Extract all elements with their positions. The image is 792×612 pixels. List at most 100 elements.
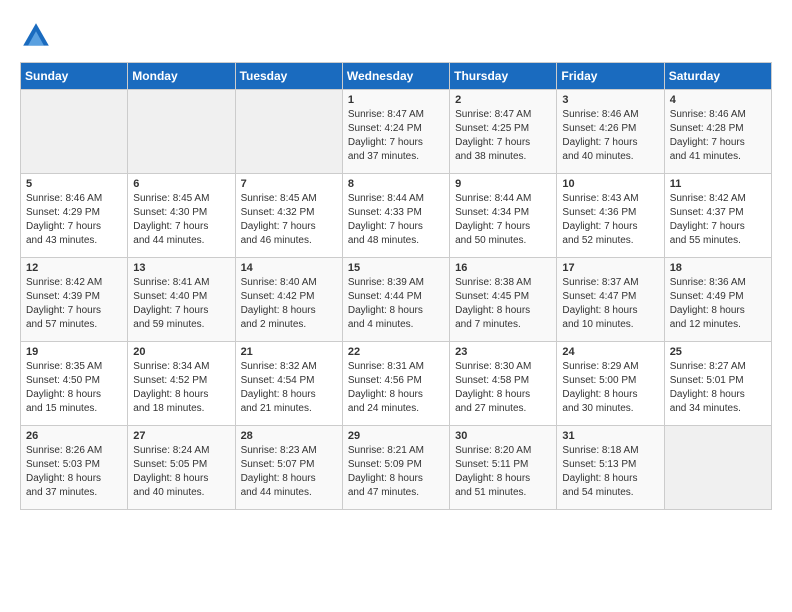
day-info: Sunrise: 8:27 AM Sunset: 5:01 PM Dayligh… — [670, 360, 766, 416]
day-info: Sunrise: 8:47 AM Sunset: 4:24 PM Dayligh… — [348, 108, 444, 164]
day-info: Sunrise: 8:46 AM Sunset: 4:26 PM Dayligh… — [562, 108, 658, 164]
day-number: 13 — [133, 262, 229, 274]
day-info: Sunrise: 8:24 AM Sunset: 5:05 PM Dayligh… — [133, 444, 229, 500]
day-number: 28 — [241, 430, 337, 442]
day-cell: 26 Sunrise: 8:26 AM Sunset: 5:03 PM Dayli… — [21, 426, 128, 510]
week-row-4: 19 Sunrise: 8:35 AM Sunset: 4:50 PM Dayli… — [21, 342, 772, 426]
day-header-thursday: Thursday — [450, 63, 557, 90]
day-number: 26 — [26, 430, 122, 442]
day-header-sunday: Sunday — [21, 63, 128, 90]
day-number: 5 — [26, 178, 122, 190]
day-header-tuesday: Tuesday — [235, 63, 342, 90]
day-cell: 19 Sunrise: 8:35 AM Sunset: 4:50 PM Dayli… — [21, 342, 128, 426]
day-number: 22 — [348, 346, 444, 358]
day-info: Sunrise: 8:42 AM Sunset: 4:37 PM Dayligh… — [670, 192, 766, 248]
day-number: 3 — [562, 94, 658, 106]
day-number: 16 — [455, 262, 551, 274]
day-number: 2 — [455, 94, 551, 106]
day-cell: 17 Sunrise: 8:37 AM Sunset: 4:47 PM Dayli… — [557, 258, 664, 342]
day-info: Sunrise: 8:45 AM Sunset: 4:32 PM Dayligh… — [241, 192, 337, 248]
day-info: Sunrise: 8:37 AM Sunset: 4:47 PM Dayligh… — [562, 276, 658, 332]
day-cell: 31 Sunrise: 8:18 AM Sunset: 5:13 PM Dayli… — [557, 426, 664, 510]
day-number: 21 — [241, 346, 337, 358]
day-number: 6 — [133, 178, 229, 190]
day-cell: 28 Sunrise: 8:23 AM Sunset: 5:07 PM Dayli… — [235, 426, 342, 510]
day-info: Sunrise: 8:46 AM Sunset: 4:28 PM Dayligh… — [670, 108, 766, 164]
day-info: Sunrise: 8:44 AM Sunset: 4:33 PM Dayligh… — [348, 192, 444, 248]
day-cell: 11Sunrise: 8:42 AM Sunset: 4:37 PM Dayli… — [664, 174, 771, 258]
day-cell: 15 Sunrise: 8:39 AM Sunset: 4:44 PM Dayli… — [342, 258, 449, 342]
day-cell: 24 Sunrise: 8:29 AM Sunset: 5:00 PM Dayli… — [557, 342, 664, 426]
day-info: Sunrise: 8:46 AM Sunset: 4:29 PM Dayligh… — [26, 192, 122, 248]
day-info: Sunrise: 8:45 AM Sunset: 4:30 PM Dayligh… — [133, 192, 229, 248]
day-cell — [235, 90, 342, 174]
day-number: 25 — [670, 346, 766, 358]
day-info: Sunrise: 8:29 AM Sunset: 5:00 PM Dayligh… — [562, 360, 658, 416]
day-number: 14 — [241, 262, 337, 274]
day-info: Sunrise: 8:30 AM Sunset: 4:58 PM Dayligh… — [455, 360, 551, 416]
logo — [20, 20, 56, 52]
day-info: Sunrise: 8:21 AM Sunset: 5:09 PM Dayligh… — [348, 444, 444, 500]
day-cell: 8 Sunrise: 8:44 AM Sunset: 4:33 PM Daylig… — [342, 174, 449, 258]
day-cell: 16Sunrise: 8:38 AM Sunset: 4:45 PM Dayli… — [450, 258, 557, 342]
day-info: Sunrise: 8:34 AM Sunset: 4:52 PM Dayligh… — [133, 360, 229, 416]
day-header-friday: Friday — [557, 63, 664, 90]
day-number: 31 — [562, 430, 658, 442]
day-header-wednesday: Wednesday — [342, 63, 449, 90]
day-cell: 27 Sunrise: 8:24 AM Sunset: 5:05 PM Dayli… — [128, 426, 235, 510]
day-number: 30 — [455, 430, 551, 442]
day-cell: 22 Sunrise: 8:31 AM Sunset: 4:56 PM Dayli… — [342, 342, 449, 426]
calendar-header: SundayMondayTuesdayWednesdayThursdayFrid… — [21, 63, 772, 90]
day-cell: 5 Sunrise: 8:46 AM Sunset: 4:29 PM Daylig… — [21, 174, 128, 258]
day-cell: 2 Sunrise: 8:47 AM Sunset: 4:25 PM Daylig… — [450, 90, 557, 174]
day-cell: 9Sunrise: 8:44 AM Sunset: 4:34 PM Daylig… — [450, 174, 557, 258]
day-cell: 18Sunrise: 8:36 AM Sunset: 4:49 PM Dayli… — [664, 258, 771, 342]
day-info: Sunrise: 8:18 AM Sunset: 5:13 PM Dayligh… — [562, 444, 658, 500]
day-number: 20 — [133, 346, 229, 358]
day-info: Sunrise: 8:47 AM Sunset: 4:25 PM Dayligh… — [455, 108, 551, 164]
day-number: 1 — [348, 94, 444, 106]
day-cell: 4 Sunrise: 8:46 AM Sunset: 4:28 PM Daylig… — [664, 90, 771, 174]
week-row-5: 26 Sunrise: 8:26 AM Sunset: 5:03 PM Dayli… — [21, 426, 772, 510]
day-number: 8 — [348, 178, 444, 190]
header-row: SundayMondayTuesdayWednesdayThursdayFrid… — [21, 63, 772, 90]
day-cell: 3 Sunrise: 8:46 AM Sunset: 4:26 PM Daylig… — [557, 90, 664, 174]
header — [20, 16, 772, 52]
day-cell: 30 Sunrise: 8:20 AM Sunset: 5:11 PM Dayli… — [450, 426, 557, 510]
day-info: Sunrise: 8:23 AM Sunset: 5:07 PM Dayligh… — [241, 444, 337, 500]
day-cell: 13Sunrise: 8:41 AM Sunset: 4:40 PM Dayli… — [128, 258, 235, 342]
day-cell: 12Sunrise: 8:42 AM Sunset: 4:39 PM Dayli… — [21, 258, 128, 342]
day-info: Sunrise: 8:31 AM Sunset: 4:56 PM Dayligh… — [348, 360, 444, 416]
day-header-saturday: Saturday — [664, 63, 771, 90]
day-number: 27 — [133, 430, 229, 442]
day-number: 10 — [562, 178, 658, 190]
day-cell: 7 Sunrise: 8:45 AM Sunset: 4:32 PM Daylig… — [235, 174, 342, 258]
day-cell — [128, 90, 235, 174]
day-number: 12 — [26, 262, 122, 274]
day-info: Sunrise: 8:35 AM Sunset: 4:50 PM Dayligh… — [26, 360, 122, 416]
day-number: 7 — [241, 178, 337, 190]
day-number: 15 — [348, 262, 444, 274]
day-cell: 6 Sunrise: 8:45 AM Sunset: 4:30 PM Daylig… — [128, 174, 235, 258]
page: SundayMondayTuesdayWednesdayThursdayFrid… — [0, 0, 792, 522]
day-info: Sunrise: 8:32 AM Sunset: 4:54 PM Dayligh… — [241, 360, 337, 416]
day-header-monday: Monday — [128, 63, 235, 90]
day-info: Sunrise: 8:20 AM Sunset: 5:11 PM Dayligh… — [455, 444, 551, 500]
day-cell: 23 Sunrise: 8:30 AM Sunset: 4:58 PM Dayli… — [450, 342, 557, 426]
day-number: 4 — [670, 94, 766, 106]
day-cell: 14Sunrise: 8:40 AM Sunset: 4:42 PM Dayli… — [235, 258, 342, 342]
day-number: 23 — [455, 346, 551, 358]
day-cell: 20 Sunrise: 8:34 AM Sunset: 4:52 PM Dayli… — [128, 342, 235, 426]
day-info: Sunrise: 8:26 AM Sunset: 5:03 PM Dayligh… — [26, 444, 122, 500]
day-cell: 25 Sunrise: 8:27 AM Sunset: 5:01 PM Dayli… — [664, 342, 771, 426]
week-row-3: 12Sunrise: 8:42 AM Sunset: 4:39 PM Dayli… — [21, 258, 772, 342]
logo-icon — [20, 20, 52, 52]
day-cell — [21, 90, 128, 174]
day-info: Sunrise: 8:39 AM Sunset: 4:44 PM Dayligh… — [348, 276, 444, 332]
day-cell: 1 Sunrise: 8:47 AM Sunset: 4:24 PM Daylig… — [342, 90, 449, 174]
calendar-body: 1 Sunrise: 8:47 AM Sunset: 4:24 PM Daylig… — [21, 90, 772, 510]
day-number: 29 — [348, 430, 444, 442]
day-number: 24 — [562, 346, 658, 358]
day-number: 19 — [26, 346, 122, 358]
day-number: 17 — [562, 262, 658, 274]
